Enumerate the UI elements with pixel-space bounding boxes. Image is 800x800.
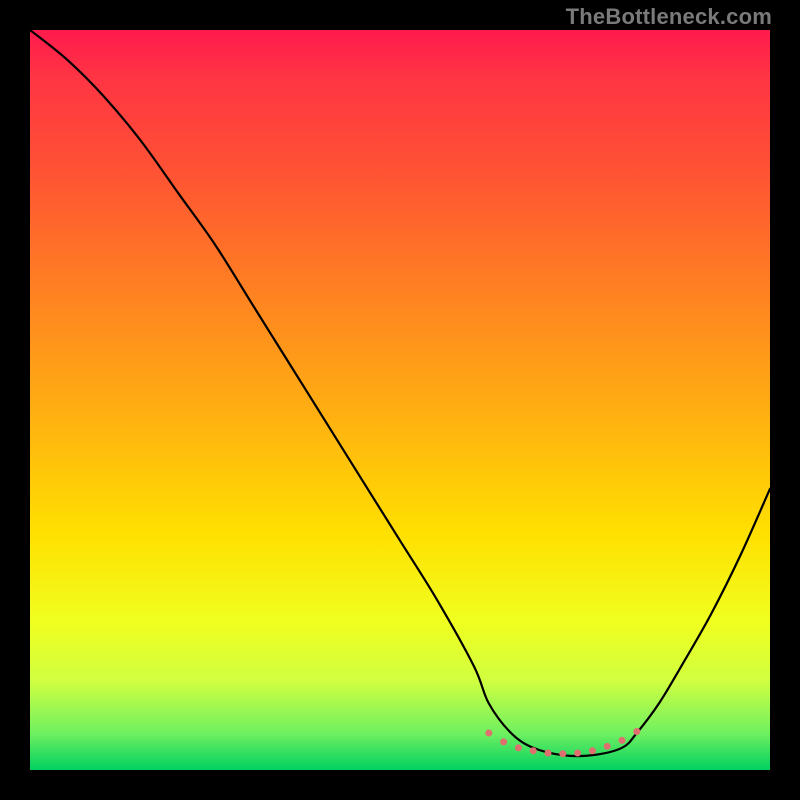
plot-area bbox=[30, 30, 770, 770]
marker-dot bbox=[545, 749, 552, 756]
marker-dot bbox=[619, 737, 626, 744]
marker-dot bbox=[633, 728, 640, 735]
marker-dot bbox=[500, 738, 507, 745]
curve-svg bbox=[30, 30, 770, 770]
marker-dot bbox=[574, 749, 581, 756]
marker-dot bbox=[530, 747, 537, 754]
marker-dot bbox=[589, 747, 596, 754]
bottleneck-curve bbox=[30, 30, 770, 756]
marker-dot bbox=[604, 743, 611, 750]
watermark-text: TheBottleneck.com bbox=[566, 4, 772, 30]
flat-region-dots bbox=[485, 728, 640, 757]
marker-dot bbox=[515, 744, 522, 751]
chart-stage: TheBottleneck.com bbox=[0, 0, 800, 800]
marker-dot bbox=[485, 730, 492, 737]
marker-dot bbox=[559, 750, 566, 757]
